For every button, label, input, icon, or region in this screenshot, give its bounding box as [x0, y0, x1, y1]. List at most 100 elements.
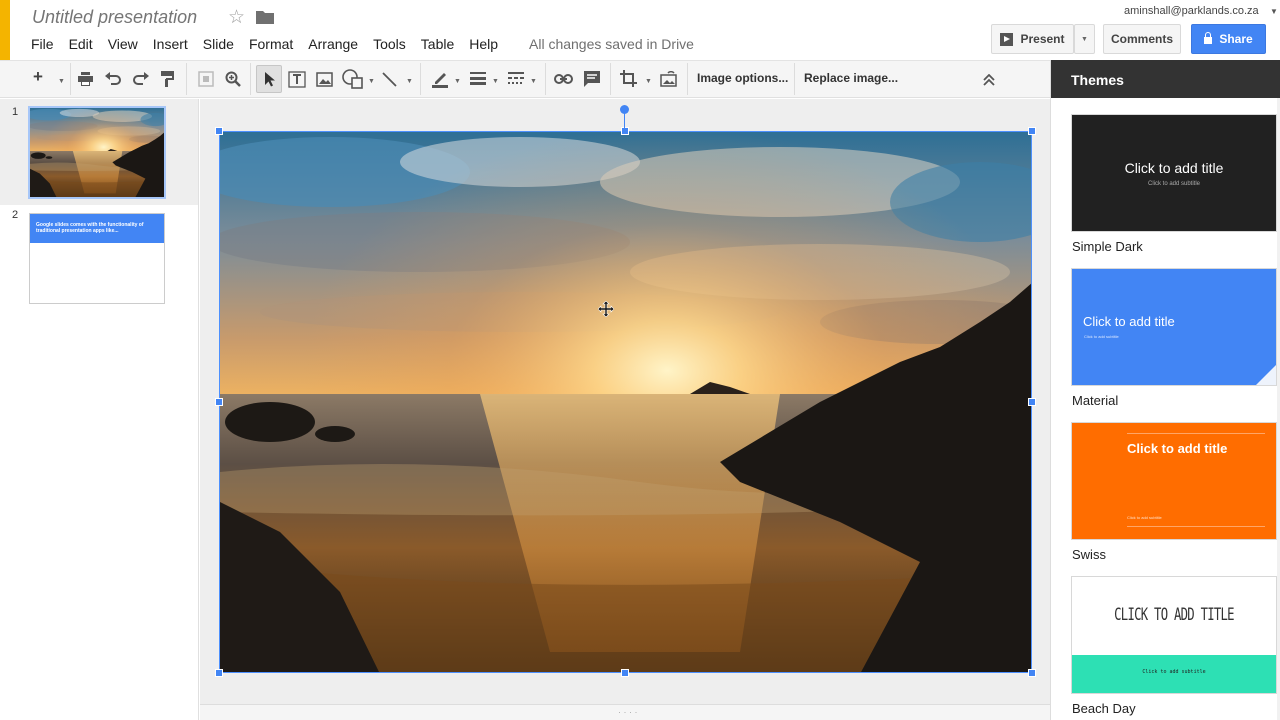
- theme-subtitle-text: Click to add subtitle: [1147, 181, 1201, 187]
- folder-icon[interactable]: [256, 10, 274, 24]
- resize-handle-nw[interactable]: [215, 127, 223, 135]
- reset-image-icon[interactable]: [660, 71, 677, 87]
- theme-card-material[interactable]: Click to add title Click to add subtitle: [1071, 268, 1277, 386]
- theme-card-swiss[interactable]: Click to add title Click to add subtitle: [1071, 422, 1277, 540]
- app-header: Untitled presentation ☆ File Edit View I…: [0, 0, 1280, 60]
- toolbar-divider: [545, 63, 546, 95]
- line-icon[interactable]: [382, 72, 397, 87]
- menu-arrange[interactable]: Arrange: [308, 36, 358, 52]
- link-icon[interactable]: [554, 74, 573, 84]
- slides-app: { "header": { "doc_title": "Untitled pre…: [0, 0, 1280, 720]
- select-tool-button[interactable]: [256, 65, 282, 93]
- border-dash-caret-icon[interactable]: ▼: [530, 72, 537, 92]
- menu-edit[interactable]: Edit: [69, 36, 93, 52]
- border-weight-caret-icon[interactable]: ▼: [492, 72, 499, 92]
- save-status[interactable]: All changes saved in Drive: [529, 36, 694, 52]
- border-dash-icon[interactable]: [508, 72, 524, 85]
- theme-title-text: Click to add title: [1124, 160, 1224, 176]
- theme-title-text: Click to add title: [1127, 441, 1228, 456]
- present-options-button[interactable]: ▼: [1074, 24, 1095, 54]
- drag-grip-icon[interactable]: · · · ·: [618, 707, 638, 717]
- new-slide-icon[interactable]: +: [33, 67, 43, 87]
- toolbar-divider: [420, 63, 421, 95]
- theme-card-simple-dark[interactable]: Click to add title Click to add subtitle: [1071, 114, 1277, 232]
- document-title[interactable]: Untitled presentation: [32, 7, 197, 28]
- toolbar-divider: [250, 63, 251, 95]
- border-weight-icon[interactable]: [470, 72, 486, 85]
- menu-bar: File Edit View Insert Slide Format Arran…: [31, 36, 513, 52]
- present-button[interactable]: Present: [991, 24, 1074, 54]
- crop-icon[interactable]: [620, 70, 637, 87]
- paint-format-icon[interactable]: [160, 71, 175, 87]
- lock-icon: [1204, 32, 1213, 44]
- menu-tools[interactable]: Tools: [373, 36, 406, 52]
- chevron-down-icon: ▼: [1081, 35, 1088, 43]
- menu-format[interactable]: Format: [249, 36, 293, 52]
- resize-handle-n[interactable]: [621, 127, 629, 135]
- account-caret-icon[interactable]: ▼: [1270, 7, 1278, 16]
- theme-name-simple-dark[interactable]: Simple Dark: [1072, 239, 1143, 254]
- resize-handle-s[interactable]: [621, 669, 629, 677]
- text-box-icon[interactable]: [288, 71, 306, 88]
- slide-image[interactable]: [219, 131, 1032, 673]
- menu-file[interactable]: File: [31, 36, 54, 52]
- slide-filmstrip: 1 2 Google slides comes with the functio…: [0, 99, 199, 720]
- menu-table[interactable]: Table: [421, 36, 454, 52]
- menu-insert[interactable]: Insert: [153, 36, 188, 52]
- slides-logo[interactable]: [0, 0, 10, 60]
- toolbar-divider: [794, 63, 795, 95]
- theme-subtitle-text: Click to add subtitle: [1084, 334, 1119, 339]
- zoom-icon[interactable]: [225, 71, 241, 87]
- print-icon[interactable]: [78, 72, 93, 86]
- resize-handle-sw[interactable]: [215, 669, 223, 677]
- toolbar: + ▼ ▼ ▼ ▼ ▼ ▼ ▼ Image options... Replace…: [0, 60, 1050, 98]
- cursor-icon: [265, 72, 275, 87]
- image-options-button[interactable]: Image options...: [697, 71, 788, 85]
- resize-handle-e[interactable]: [1028, 398, 1036, 406]
- undo-icon[interactable]: [105, 72, 121, 85]
- replace-image-button[interactable]: Replace image...: [804, 71, 898, 85]
- theme-title-text: Click to add title: [1083, 314, 1175, 329]
- shape-caret-icon[interactable]: ▼: [368, 72, 375, 92]
- share-button[interactable]: Share: [1191, 24, 1266, 54]
- speaker-notes-divider[interactable]: · · · ·: [200, 704, 1050, 720]
- rotation-handle[interactable]: [620, 105, 629, 114]
- border-color-caret-icon[interactable]: ▼: [454, 72, 461, 92]
- themes-header: Themes: [1051, 60, 1280, 98]
- toolbar-divider: [186, 63, 187, 95]
- slide-row-1[interactable]: 1: [0, 99, 198, 205]
- resize-handle-se[interactable]: [1028, 669, 1036, 677]
- zoom-fit-icon[interactable]: [198, 71, 214, 87]
- sunset-beach-photo: [220, 132, 1031, 672]
- theme-name-swiss[interactable]: Swiss: [1072, 547, 1106, 562]
- shape-icon[interactable]: [342, 69, 364, 89]
- new-slide-caret-icon[interactable]: ▼: [58, 72, 65, 92]
- theme-card-beach-day[interactable]: Click to add title Click to add subtitle: [1071, 576, 1277, 694]
- menu-view[interactable]: View: [108, 36, 138, 52]
- account-email[interactable]: aminshall@parklands.co.za: [1124, 5, 1259, 17]
- theme-title-text: Click to add title: [1114, 605, 1234, 625]
- image-icon[interactable]: [316, 72, 333, 87]
- theme-band: Click to add subtitle: [1072, 655, 1276, 693]
- slide-thumbnail-image: [30, 108, 164, 197]
- theme-name-material[interactable]: Material: [1072, 393, 1118, 408]
- theme-name-beach-day[interactable]: Beach Day: [1072, 701, 1136, 716]
- star-icon[interactable]: ☆: [228, 6, 245, 29]
- resize-handle-w[interactable]: [215, 398, 223, 406]
- collapse-toolbar-icon[interactable]: [983, 74, 995, 86]
- border-color-icon[interactable]: [432, 70, 448, 88]
- line-caret-icon[interactable]: ▼: [406, 72, 413, 92]
- slide-number: 1: [12, 106, 19, 118]
- comment-icon[interactable]: [584, 71, 600, 87]
- slide-thumbnail-2[interactable]: Google slides comes with the functionali…: [29, 213, 165, 304]
- slide-number: 2: [12, 209, 19, 221]
- comments-button[interactable]: Comments: [1103, 24, 1181, 54]
- redo-icon[interactable]: [133, 72, 149, 85]
- slide-thumbnail-1[interactable]: [28, 106, 166, 199]
- resize-handle-ne[interactable]: [1028, 127, 1036, 135]
- menu-slide[interactable]: Slide: [203, 36, 234, 52]
- menu-help[interactable]: Help: [469, 36, 498, 52]
- theme-rule: [1127, 526, 1265, 527]
- crop-caret-icon[interactable]: ▼: [645, 72, 652, 92]
- page-curl-decoration: [1256, 365, 1276, 385]
